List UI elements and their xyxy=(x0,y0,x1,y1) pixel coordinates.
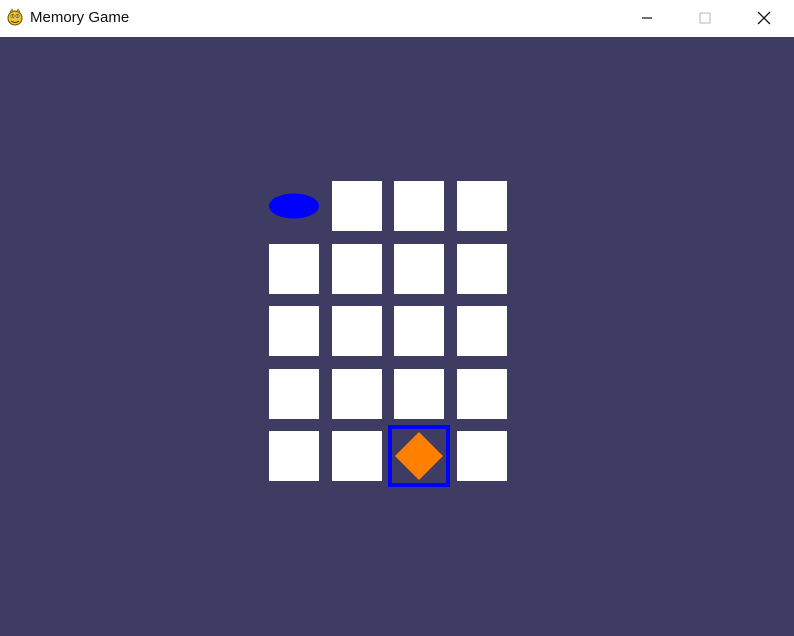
pygame-snake-icon xyxy=(7,8,23,26)
window-title: Memory Game xyxy=(30,9,130,26)
diamond-icon xyxy=(395,432,443,480)
oval-icon xyxy=(269,193,319,219)
card-revealed-diamond[interactable] xyxy=(394,431,444,481)
card-hidden[interactable] xyxy=(394,368,444,419)
close-button[interactable] xyxy=(741,0,787,36)
card-hidden[interactable] xyxy=(331,368,382,419)
diamond-shape xyxy=(395,432,443,480)
card-hidden[interactable] xyxy=(456,431,507,481)
card-hidden[interactable] xyxy=(456,368,507,419)
oval-shape xyxy=(269,193,319,219)
card-hidden[interactable] xyxy=(394,181,444,231)
card-hidden[interactable] xyxy=(331,181,382,231)
card-hidden[interactable] xyxy=(394,306,444,356)
card-hidden[interactable] xyxy=(331,243,382,294)
minimize-icon xyxy=(642,17,652,19)
card-hidden[interactable] xyxy=(456,243,507,294)
card-hidden[interactable] xyxy=(394,243,444,294)
card-hidden[interactable] xyxy=(331,431,382,481)
card-hidden[interactable] xyxy=(269,243,319,294)
card-hidden[interactable] xyxy=(331,306,382,356)
memory-game-window: Memory Game xyxy=(0,0,794,636)
title-bar[interactable]: Memory Game xyxy=(0,0,794,36)
maximize-button[interactable] xyxy=(682,0,728,36)
card-hidden[interactable] xyxy=(269,306,319,356)
card-hidden[interactable] xyxy=(269,368,319,419)
card-revealed-oval[interactable] xyxy=(269,181,319,231)
minimize-button[interactable] xyxy=(624,0,670,36)
card-hidden[interactable] xyxy=(456,306,507,356)
card-hidden[interactable] xyxy=(269,431,319,481)
close-icon xyxy=(757,11,771,25)
game-canvas[interactable] xyxy=(0,37,794,636)
maximize-icon xyxy=(699,12,711,24)
card-hidden[interactable] xyxy=(456,181,507,231)
